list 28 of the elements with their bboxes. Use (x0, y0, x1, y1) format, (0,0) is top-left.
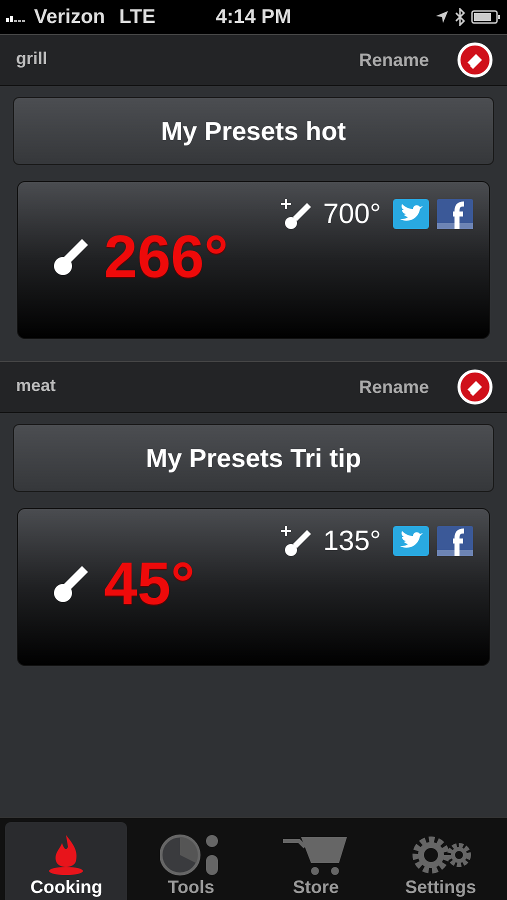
twitter-icon[interactable] (393, 199, 429, 229)
facebook-icon[interactable] (437, 199, 473, 229)
tab[interactable]: Cooking (5, 822, 128, 900)
location-arrow-icon (435, 10, 449, 24)
probe-name: meat (16, 376, 57, 396)
rename-link[interactable]: Rename (358, 376, 429, 398)
eraser-icon[interactable] (457, 42, 493, 78)
battery-icon (471, 10, 501, 24)
probe-name: grill (16, 49, 48, 69)
thermometer-icon (52, 236, 90, 276)
tab[interactable]: Settings (380, 822, 502, 900)
tab[interactable]: Store (254, 822, 377, 900)
target-temperature: 700° (323, 198, 381, 230)
status-time: 4:14 PM (216, 6, 292, 28)
facebook-icon[interactable] (437, 526, 473, 556)
tab[interactable]: Tools (130, 822, 252, 900)
twitter-icon[interactable] (393, 526, 429, 556)
current-temperature: 266° (104, 222, 228, 291)
preset-button[interactable]: My Presets hot (13, 97, 494, 165)
carrier-name: Verizon (34, 6, 106, 28)
thermometer-icon (52, 564, 90, 604)
current-temperature: 45° (104, 549, 195, 618)
network-type: LTE (119, 6, 156, 28)
eraser-icon[interactable] (457, 369, 493, 405)
bluetooth-icon (455, 8, 465, 26)
preset-button[interactable]: My Presets Tri tip (13, 424, 494, 492)
rename-link[interactable]: Rename (358, 50, 429, 70)
target-temperature: 135° (323, 525, 381, 557)
